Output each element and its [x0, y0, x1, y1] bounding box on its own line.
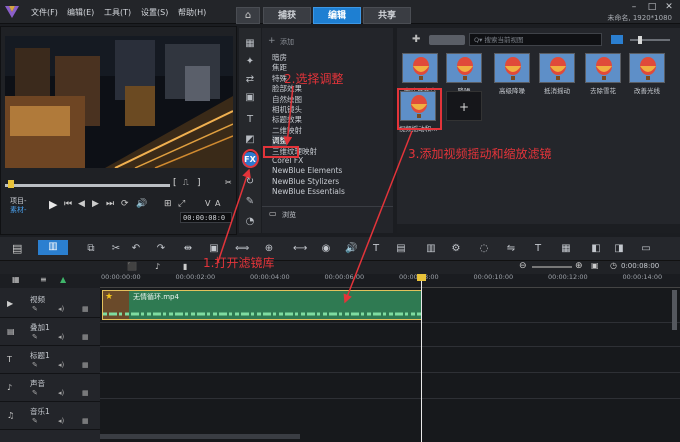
annotation-step1: 1.打开滤镜库: [203, 256, 275, 270]
annotation-arrows: [217, 85, 413, 304]
annotation-step2: 2.选择调整: [284, 72, 344, 86]
annotation-step3: 3.添加视频摇动和缩放滤镜: [408, 147, 552, 161]
arrow-to-fx: [217, 168, 251, 263]
arrow-to-clip: [343, 130, 413, 304]
arrow-to-adjust: [283, 85, 294, 146]
